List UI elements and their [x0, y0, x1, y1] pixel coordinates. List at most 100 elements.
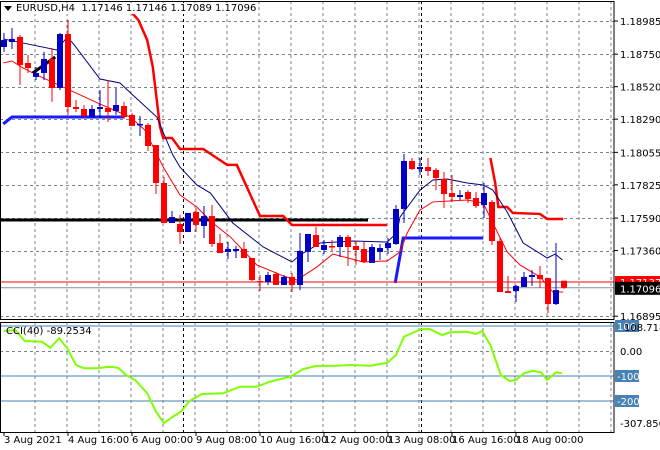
candle-body [177, 223, 183, 233]
candle [553, 243, 559, 306]
candle [17, 34, 23, 85]
candle [241, 242, 247, 259]
candle [441, 171, 447, 209]
candle-body [337, 236, 343, 247]
candle-body [281, 276, 287, 285]
price-tick-label: 1.18985 [620, 17, 660, 28]
chart-canvas[interactable]: 1.18985 1.18750 1.18520 1.18290 1.18055 1.178… [0, 0, 660, 450]
candle-body [97, 107, 103, 109]
candle-body [185, 212, 191, 233]
time-label: 18 Aug 00:00 [516, 435, 583, 446]
candle-body [289, 276, 295, 285]
cci-max-label: 108.7187 [624, 323, 660, 334]
candle [249, 258, 255, 282]
main-pane-border [0, 1, 615, 320]
candle [513, 284, 519, 302]
close-value: 1.17096 [215, 3, 257, 14]
candle-body [457, 195, 463, 197]
candle [121, 101, 127, 119]
candle [233, 246, 239, 259]
cci-zero-label: 0.00 [620, 347, 642, 358]
candle-body [145, 124, 151, 146]
candle-body [33, 72, 39, 77]
candle [129, 112, 135, 126]
open-value: 1.17146 [81, 3, 123, 14]
moving-average-slow [3, 36, 563, 263]
candle-body [321, 245, 327, 250]
candle-body [329, 246, 335, 248]
candle-body [401, 160, 407, 209]
candle [73, 99, 79, 112]
candle [153, 145, 159, 195]
candle [465, 190, 471, 204]
candle-body [417, 167, 423, 170]
candle [289, 272, 295, 293]
candle-body [561, 280, 567, 288]
cci-title: CCI(40) [6, 326, 44, 337]
candle [401, 154, 407, 223]
cci-level-label: -200 [617, 397, 640, 408]
stop-line-blue [2, 115, 125, 126]
candle-body [545, 278, 551, 305]
stop-line-red [489, 157, 564, 221]
candle [65, 20, 71, 115]
candle-body [257, 281, 263, 283]
candle [489, 199, 495, 246]
candle [521, 271, 527, 287]
symbol-label: EURUSD,H4 [16, 3, 76, 14]
candle-body [17, 36, 23, 66]
candle [113, 87, 119, 115]
candle-body [113, 105, 119, 111]
chart-header: EURUSD,H4 1.17146 1.17146 1.17089 1.1709… [4, 3, 259, 14]
candle [1, 33, 7, 52]
candle-body [233, 248, 239, 251]
candle-body [513, 285, 519, 292]
candle [201, 206, 207, 238]
candle-body [249, 258, 255, 281]
candle-body [137, 123, 143, 126]
candle-body [377, 247, 383, 252]
bid-price-label: 1.17096 [620, 284, 660, 295]
candle [329, 239, 335, 251]
candle-body [209, 216, 215, 245]
candle [41, 51, 47, 81]
time-label: 3 Aug 2021 [4, 435, 62, 446]
candle [161, 176, 167, 223]
candle-body [225, 248, 231, 252]
price-tick-label: 1.17825 [620, 181, 660, 192]
candle-body [537, 274, 543, 280]
candle-body [553, 290, 559, 305]
candle [505, 275, 511, 294]
candle [449, 174, 455, 202]
dropdown-triangle-icon[interactable] [4, 5, 12, 11]
stop-line-red [131, 12, 388, 227]
candle-body [505, 291, 511, 294]
candle [169, 210, 175, 223]
candle [137, 115, 143, 136]
candle-body [105, 108, 111, 112]
candle-body [425, 167, 431, 171]
candle-body [353, 246, 359, 250]
candle [409, 158, 415, 171]
candle [313, 226, 319, 247]
candle-body [81, 108, 87, 116]
candle [561, 280, 567, 289]
time-label: 12 Aug 00:00 [324, 435, 391, 446]
candle-body [65, 33, 71, 108]
candle [257, 274, 263, 292]
price-tick-label: 1.17360 [620, 247, 660, 258]
candle [9, 28, 15, 49]
candle [497, 237, 503, 293]
candle-body [385, 243, 391, 248]
candle [337, 234, 343, 258]
candle-body [129, 114, 135, 126]
price-tick-label: 1.17590 [620, 214, 660, 225]
candle-body [25, 62, 31, 69]
candle-body [169, 217, 175, 223]
candle-body [481, 193, 487, 206]
candle-body [497, 241, 503, 293]
candle [345, 234, 351, 267]
candle-body [441, 179, 447, 195]
time-label: 16 Aug 16:00 [452, 435, 519, 446]
candle-body [473, 197, 479, 207]
